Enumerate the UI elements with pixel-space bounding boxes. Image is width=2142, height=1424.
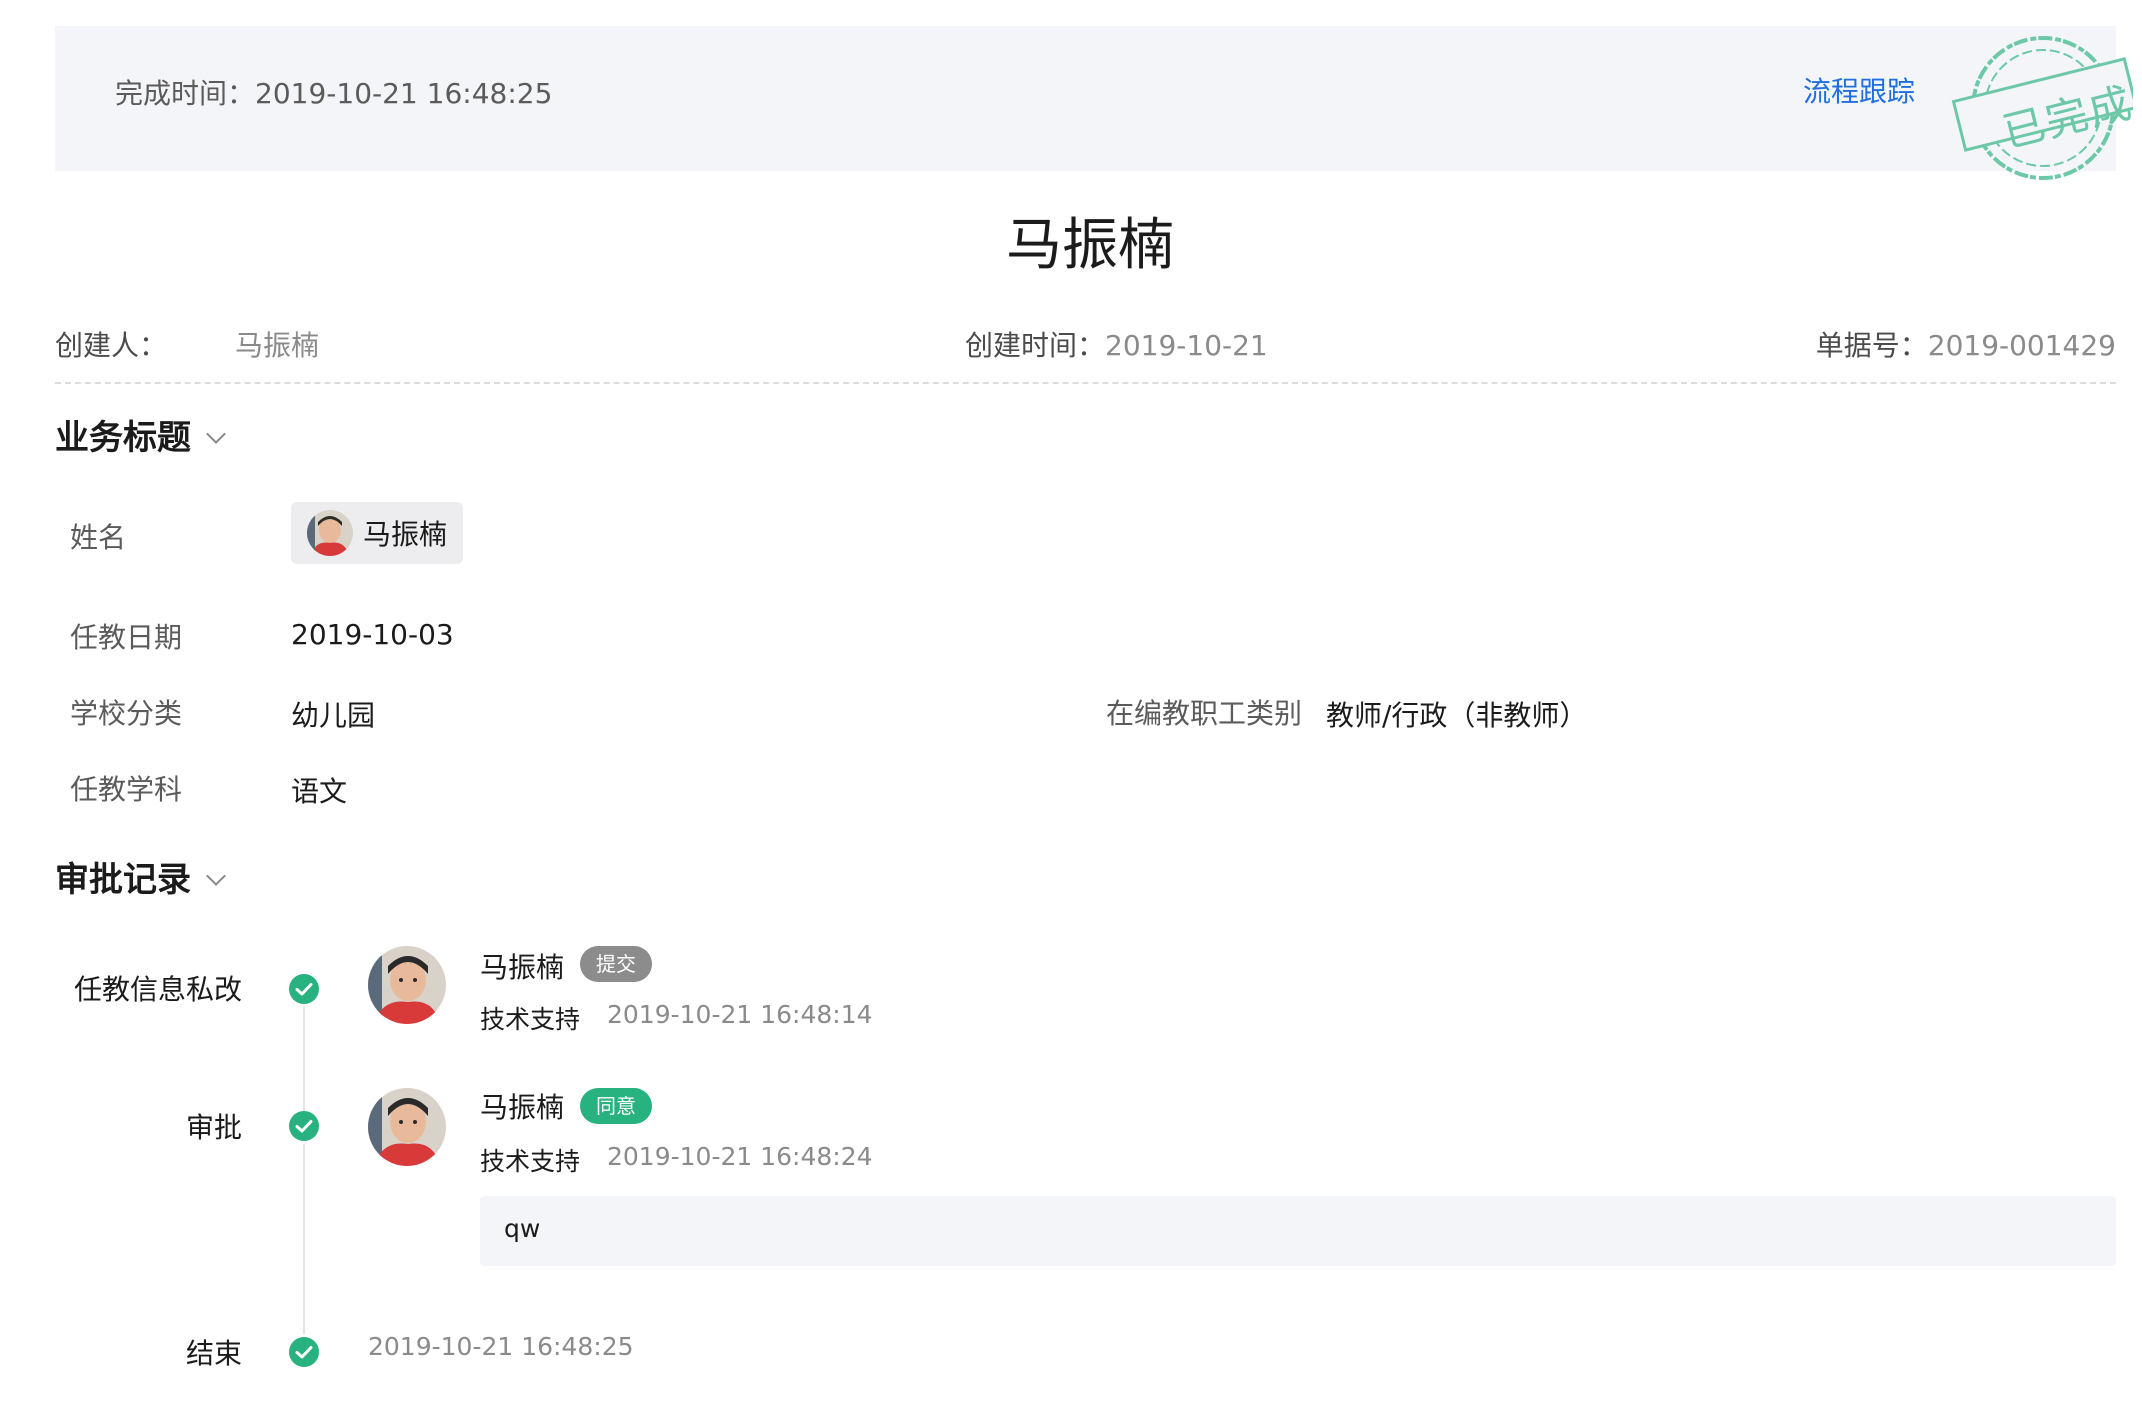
status-badge: 提交 bbox=[580, 946, 652, 982]
subject-label: 任教学科 bbox=[70, 773, 183, 806]
approver-dept: 技术支持 bbox=[480, 1147, 581, 1176]
approval-time: 2019-10-21 16:48:24 bbox=[607, 1142, 873, 1171]
doc-number-value: 2019-001429 bbox=[1927, 329, 2116, 362]
check-circle-icon bbox=[289, 1111, 319, 1141]
page-title: 马振楠 bbox=[1006, 213, 1174, 278]
approval-comment-text: qw bbox=[504, 1214, 541, 1243]
create-time-label: 创建时间： bbox=[965, 329, 1106, 362]
creator-label: 创建人： bbox=[55, 329, 168, 362]
doc-number: 单据号：2019-001429 bbox=[1816, 324, 2116, 364]
approval-section-title: 审批记录 bbox=[55, 860, 191, 900]
status-badge: 同意 bbox=[580, 1088, 652, 1124]
teach-date-label: 任教日期 bbox=[70, 621, 183, 654]
subject-value: 语文 bbox=[291, 775, 348, 808]
creator-value: 马振楠 bbox=[235, 329, 320, 362]
approver-dept: 技术支持 bbox=[480, 1005, 581, 1034]
timeline-node-label: 审批 bbox=[185, 1111, 242, 1144]
meta-row: 创建人： 马振楠 创建时间：2019-10-21 单据号：2019-001429 bbox=[55, 322, 2116, 384]
approver-name: 马振楠 bbox=[480, 1091, 565, 1124]
school-type-value: 幼儿园 bbox=[291, 699, 376, 732]
approver-name: 马振楠 bbox=[480, 951, 565, 984]
timeline-connector bbox=[303, 1006, 305, 1114]
name-field-label: 姓名 bbox=[70, 521, 127, 554]
person-chip-name: 马振楠 bbox=[363, 518, 448, 551]
staff-type-label: 在编教职工类别 bbox=[1106, 697, 1303, 730]
school-type-label: 学校分类 bbox=[70, 697, 183, 730]
teach-date-value: 2019-10-03 bbox=[291, 618, 454, 651]
finish-time-value: 2019-10-21 16:48:25 bbox=[255, 77, 553, 110]
timeline-node-label: 任教信息私改 bbox=[73, 973, 242, 1006]
person-chip[interactable]: 马振楠 bbox=[291, 502, 463, 564]
approval-comment: qw bbox=[480, 1196, 2116, 1266]
check-circle-icon bbox=[289, 974, 319, 1004]
chevron-down-icon bbox=[206, 424, 226, 444]
check-circle-icon bbox=[289, 1337, 319, 1367]
avatar bbox=[307, 510, 353, 556]
business-section-header[interactable]: 业务标题 bbox=[55, 410, 226, 459]
approval-section-header[interactable]: 审批记录 bbox=[55, 852, 226, 901]
staff-type-value: 教师/行政（非教师） bbox=[1326, 699, 1588, 732]
approval-time: 2019-10-21 16:48:14 bbox=[607, 1000, 873, 1029]
chevron-down-icon bbox=[206, 866, 226, 886]
timeline-node-label: 结束 bbox=[185, 1337, 242, 1370]
approval-detail-page: 完成时间：2019-10-21 16:48:25 流程跟踪 已完成 马振楠 创建… bbox=[0, 0, 2142, 1424]
timeline-connector bbox=[303, 1144, 305, 1334]
doc-number-label: 单据号： bbox=[1815, 329, 1928, 362]
business-section-title: 业务标题 bbox=[55, 418, 191, 458]
create-time-value: 2019-10-21 bbox=[1105, 329, 1268, 362]
end-time: 2019-10-21 16:48:25 bbox=[368, 1332, 634, 1361]
process-trace-link[interactable]: 流程跟踪 bbox=[1803, 70, 1915, 110]
finish-time-label: 完成时间： bbox=[115, 77, 256, 110]
avatar bbox=[368, 946, 446, 1024]
avatar bbox=[368, 1088, 446, 1166]
finish-time: 完成时间：2019-10-21 16:48:25 bbox=[115, 72, 552, 112]
create-time: 创建时间：2019-10-21 bbox=[965, 324, 1268, 364]
completion-bar: 完成时间：2019-10-21 16:48:25 流程跟踪 已完成 bbox=[55, 26, 2138, 180]
